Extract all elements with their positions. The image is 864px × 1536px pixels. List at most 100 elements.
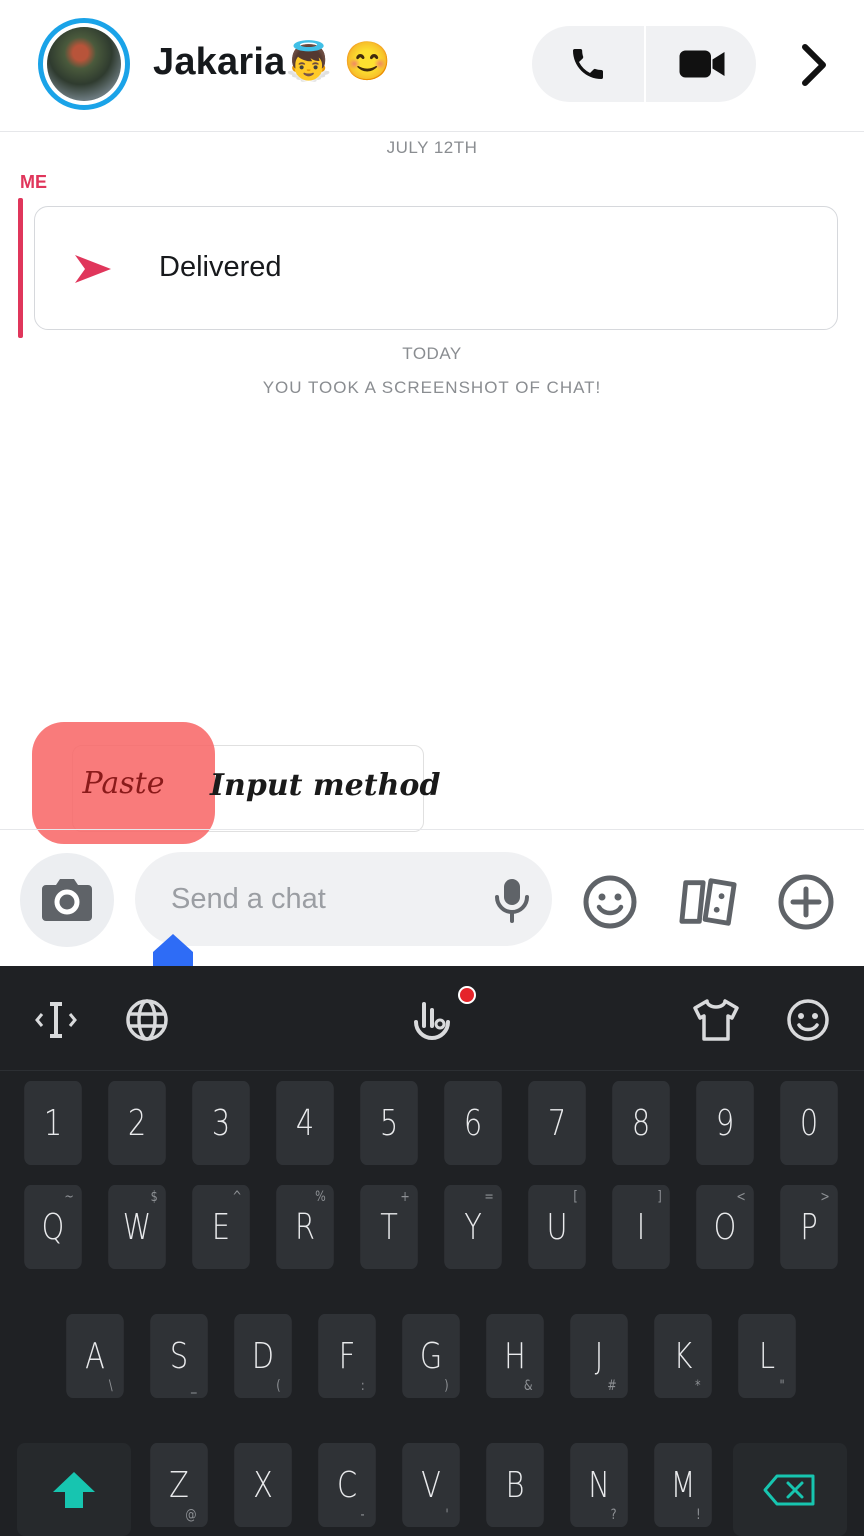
key-c[interactable]: C- xyxy=(318,1443,376,1527)
key-w[interactable]: W $ xyxy=(108,1185,166,1269)
key-secondary-label: = xyxy=(484,1189,494,1205)
key-label: N xyxy=(588,1464,610,1506)
key-k[interactable]: K * xyxy=(654,1314,712,1398)
key-n[interactable]: N? xyxy=(570,1443,628,1527)
key-9[interactable]: 9 xyxy=(696,1081,754,1165)
key-8[interactable]: 8 xyxy=(612,1081,670,1165)
key-p[interactable]: P > xyxy=(780,1185,838,1269)
key-1[interactable]: 1 xyxy=(24,1081,82,1165)
input-method-button[interactable]: Input method xyxy=(210,768,440,803)
key-o[interactable]: O < xyxy=(696,1185,754,1269)
key-7[interactable]: 7 xyxy=(528,1081,586,1165)
language-button[interactable] xyxy=(121,994,173,1046)
message-card[interactable]: Delivered xyxy=(34,206,838,330)
key-label: V xyxy=(421,1464,441,1506)
touchpal-button[interactable] xyxy=(406,994,458,1046)
key-i[interactable]: I] xyxy=(612,1185,670,1269)
plus-button[interactable] xyxy=(776,872,836,932)
key-v[interactable]: V ' xyxy=(402,1443,460,1527)
key-secondary-label: - xyxy=(360,1507,365,1523)
contact-name[interactable]: Jakaria👼 😊 xyxy=(153,40,391,84)
key-r[interactable]: R% xyxy=(276,1185,334,1269)
key-secondary-label: _ xyxy=(191,1378,197,1394)
video-call-button[interactable] xyxy=(646,26,758,102)
key-label: 9 xyxy=(715,1102,735,1144)
key-6[interactable]: 6 xyxy=(444,1081,502,1165)
screenshot-notice: YOU TOOK A SCREENSHOT OF CHAT! xyxy=(262,378,602,397)
key-x[interactable]: X xyxy=(234,1443,292,1527)
theme-button[interactable] xyxy=(690,994,742,1046)
key-label: S xyxy=(169,1335,189,1377)
key-e[interactable]: E ^ xyxy=(192,1185,250,1269)
key-a[interactable]: A \ xyxy=(66,1314,124,1398)
key-s[interactable]: S _ xyxy=(150,1314,208,1398)
mic-button[interactable] xyxy=(492,877,532,923)
notification-dot xyxy=(458,986,476,1004)
key-label: B xyxy=(505,1464,525,1506)
cards-button[interactable] xyxy=(678,872,738,932)
mic-icon xyxy=(495,879,529,923)
key-label: T xyxy=(380,1206,398,1248)
voice-call-button[interactable] xyxy=(532,26,644,102)
key-b[interactable]: B xyxy=(486,1443,544,1527)
avatar[interactable] xyxy=(38,18,130,110)
chat-input[interactable] xyxy=(171,852,471,946)
emoji-icon xyxy=(583,875,637,929)
key-y[interactable]: Y = xyxy=(444,1185,502,1269)
key-secondary-label: ^ xyxy=(232,1189,242,1205)
key-h[interactable]: H & xyxy=(486,1314,544,1398)
key-t[interactable]: T + xyxy=(360,1185,418,1269)
key-secondary-label: # xyxy=(607,1378,617,1394)
backspace-key[interactable] xyxy=(733,1443,847,1536)
key-m[interactable]: M! xyxy=(654,1443,712,1527)
key-secondary-label: [ xyxy=(573,1189,578,1205)
key-secondary-label: * xyxy=(695,1378,701,1394)
key-u[interactable]: U[ xyxy=(528,1185,586,1269)
key-d[interactable]: D( xyxy=(234,1314,292,1398)
key-q[interactable]: Q ~ xyxy=(24,1185,82,1269)
key-secondary-label: ) xyxy=(444,1378,449,1394)
emoji-icon xyxy=(787,999,829,1041)
key-label: L xyxy=(758,1335,776,1377)
key-2[interactable]: 2 xyxy=(108,1081,166,1165)
paste-button[interactable]: Paste xyxy=(32,722,215,844)
key-label: 1 xyxy=(43,1102,63,1144)
key-secondary-label: ] xyxy=(657,1189,662,1205)
shift-key[interactable] xyxy=(17,1443,131,1536)
key-j[interactable]: J # xyxy=(570,1314,628,1398)
emoji-button[interactable] xyxy=(580,872,640,932)
key-0[interactable]: 0 xyxy=(780,1081,838,1165)
key-label: O xyxy=(713,1206,737,1248)
camera-icon xyxy=(42,879,92,921)
call-buttons xyxy=(532,26,756,102)
key-secondary-label: ! xyxy=(696,1507,701,1523)
key-secondary-label: + xyxy=(400,1189,410,1205)
key-label: Q xyxy=(41,1206,65,1248)
video-icon xyxy=(679,50,725,78)
key-label: M xyxy=(670,1464,696,1506)
key-g[interactable]: G) xyxy=(402,1314,460,1398)
chat-input-container[interactable] xyxy=(135,852,552,946)
key-label: 8 xyxy=(631,1102,651,1144)
chat-header: Jakaria👼 😊 xyxy=(0,0,864,132)
key-label: K xyxy=(673,1335,693,1377)
key-secondary-label: ~ xyxy=(64,1189,74,1205)
key-z[interactable]: Z @ xyxy=(150,1443,208,1527)
key-secondary-label: @ xyxy=(185,1507,197,1523)
keyboard-emoji-button[interactable] xyxy=(782,994,834,1046)
key-label: C xyxy=(336,1464,358,1506)
chevron-right-icon[interactable] xyxy=(792,40,836,90)
key-secondary-label: & xyxy=(523,1378,533,1394)
key-label: A xyxy=(85,1335,105,1377)
cursor-tool-button[interactable] xyxy=(30,994,82,1046)
paste-label: Paste xyxy=(82,765,165,801)
key-5[interactable]: 5 xyxy=(360,1081,418,1165)
camera-button[interactable] xyxy=(20,853,114,947)
key-f[interactable]: F: xyxy=(318,1314,376,1398)
sent-arrow-icon xyxy=(75,255,111,283)
voice-touch-icon xyxy=(414,1002,450,1040)
key-l[interactable]: L " xyxy=(738,1314,796,1398)
key-4[interactable]: 4 xyxy=(276,1081,334,1165)
key-3[interactable]: 3 xyxy=(192,1081,250,1165)
key-label: 0 xyxy=(799,1102,819,1144)
